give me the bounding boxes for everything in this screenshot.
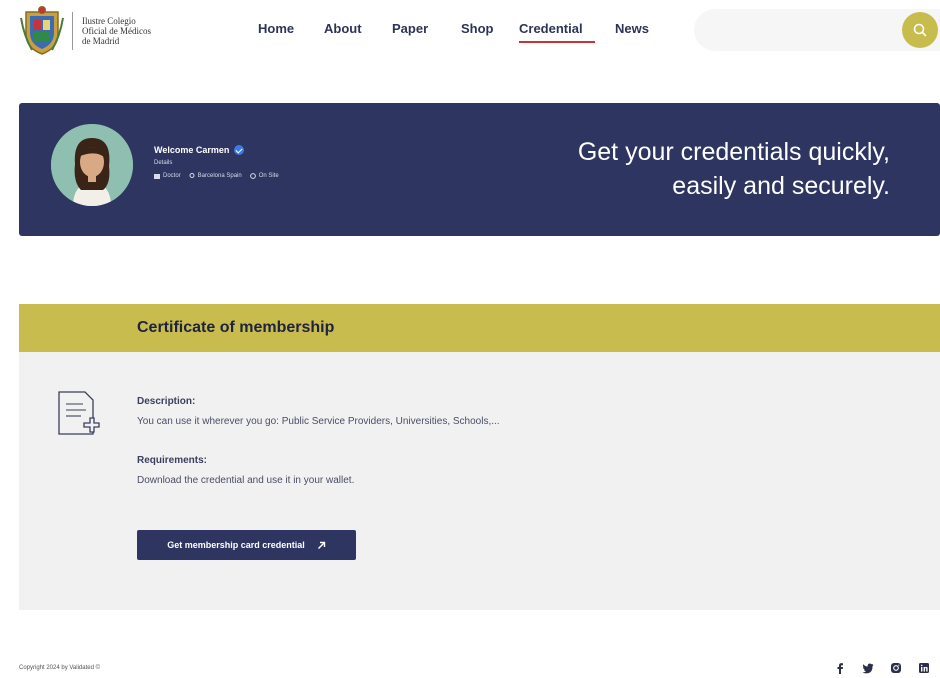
avatar bbox=[51, 124, 133, 206]
nav-paper[interactable]: Paper bbox=[392, 21, 428, 36]
location-pin-icon bbox=[189, 173, 195, 178]
document-medical-icon bbox=[58, 391, 100, 435]
site-header: Ilustre Colegio Oficial de Médicos de Ma… bbox=[0, 0, 940, 62]
search-icon bbox=[913, 23, 927, 37]
meta-profession: Doctor bbox=[154, 173, 181, 179]
twitter-icon[interactable] bbox=[862, 662, 874, 674]
logo-line: Ilustre Colegio bbox=[82, 16, 136, 26]
crest-icon bbox=[20, 6, 64, 55]
nav-home[interactable]: Home bbox=[258, 21, 294, 36]
user-role: Details bbox=[154, 160, 173, 166]
social-links bbox=[834, 662, 930, 674]
nav-about[interactable]: About bbox=[324, 21, 362, 36]
certificate-header: Certificate of membership bbox=[19, 304, 940, 352]
user-meta: Doctor Barcelona Spain On Site bbox=[154, 173, 279, 179]
nav-credential[interactable]: Credential bbox=[519, 21, 595, 43]
welcome-row: Welcome Carmen bbox=[154, 145, 279, 155]
user-info: Welcome Carmen Details Doctor Barcelona … bbox=[154, 145, 279, 179]
search-bar bbox=[694, 9, 940, 51]
logo[interactable]: Ilustre Colegio Oficial de Médicos de Ma… bbox=[18, 6, 198, 56]
requirements-text: Download the credential and use it in yo… bbox=[137, 475, 355, 486]
logo-divider bbox=[72, 12, 73, 50]
clock-icon bbox=[249, 173, 256, 179]
meta-text: Doctor bbox=[163, 173, 181, 179]
nav-shop[interactable]: Shop bbox=[461, 21, 494, 36]
logo-line: de Madrid bbox=[82, 36, 120, 46]
avatar-image bbox=[51, 124, 133, 206]
banner-tagline: Get your credentials quickly, easily and… bbox=[490, 135, 890, 203]
facebook-icon[interactable] bbox=[834, 662, 846, 674]
search-input[interactable] bbox=[710, 20, 890, 40]
logo-line: Oficial de Médicos bbox=[82, 26, 151, 36]
verified-icon bbox=[234, 145, 245, 155]
nav-news[interactable]: News bbox=[615, 21, 649, 36]
arrow-up-right-icon bbox=[317, 541, 325, 549]
search-button[interactable] bbox=[902, 12, 938, 48]
logo-text: Ilustre Colegio Oficial de Médicos de Ma… bbox=[82, 16, 202, 46]
description-text: You can use it wherever you go: Public S… bbox=[137, 416, 500, 427]
requirements-label: Requirements: bbox=[137, 455, 208, 466]
linkedin-icon[interactable] bbox=[918, 662, 930, 674]
button-label: Get membership card credential bbox=[167, 540, 305, 550]
welcome-text: Welcome Carmen bbox=[154, 145, 230, 155]
certificate-body: Description: You can use it wherever you… bbox=[19, 352, 940, 610]
certificate-title: Certificate of membership bbox=[137, 319, 335, 336]
description-label: Description: bbox=[137, 396, 196, 407]
briefcase-icon bbox=[154, 174, 160, 179]
copyright-text: Copyright 2024 by Validated © bbox=[19, 665, 101, 671]
welcome-banner: Welcome Carmen Details Doctor Barcelona … bbox=[19, 103, 940, 236]
meta-text: On Site bbox=[258, 173, 279, 179]
get-credential-button[interactable]: Get membership card credential bbox=[137, 530, 356, 560]
meta-work-mode: On Site bbox=[249, 173, 279, 179]
meta-location: Barcelona Spain bbox=[189, 173, 242, 179]
tagline-line: Get your credentials quickly, bbox=[577, 138, 890, 166]
instagram-icon[interactable] bbox=[890, 662, 902, 674]
meta-text: Barcelona Spain bbox=[197, 173, 242, 179]
tagline-line: easily and securely. bbox=[672, 172, 890, 200]
